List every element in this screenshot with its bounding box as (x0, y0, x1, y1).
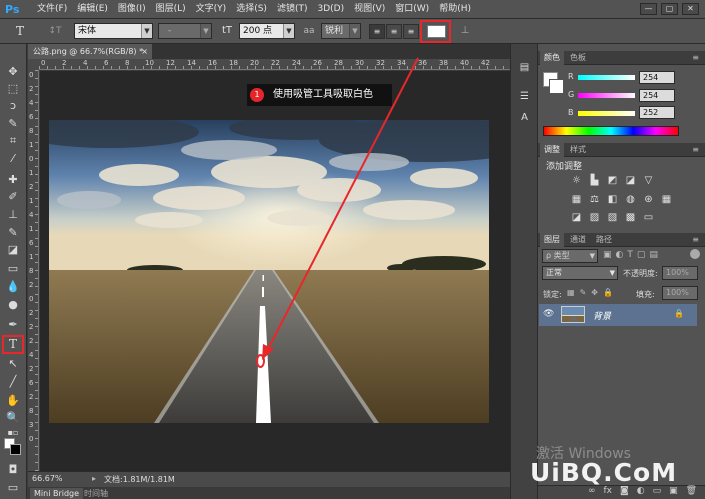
b-slider[interactable] (578, 111, 635, 116)
site-watermark: UiBQ.CoM (530, 458, 678, 487)
document-size: 文档:1.81M/1.81M (104, 475, 175, 484)
layer-filter-value: ρ 类型 (546, 251, 570, 260)
color-spectrum-bar[interactable] (543, 126, 679, 136)
gradient-map-icon[interactable]: ▭ (642, 212, 655, 224)
layer-footer-icons: ∞ fx ◙ ◐ ▭ ▣ 🗑 (588, 486, 697, 496)
history-panel-icon[interactable]: ▤ (517, 61, 532, 75)
lock-icons: ▦ ✎ ✥ 🔒 (567, 288, 613, 297)
tab-color[interactable]: 颜色 (540, 51, 564, 65)
color-lookup-icon[interactable]: ▦ (660, 194, 673, 206)
layer-filter-select[interactable]: ρ 类型 ▼ (542, 249, 598, 263)
add-mask-icon[interactable]: ◙ (620, 486, 629, 496)
annotation-step-badge: 1 (250, 88, 264, 102)
filter-pixel-icon[interactable]: ▣ (603, 250, 612, 260)
r-label: R (568, 72, 574, 81)
adjustment-icons-row-1: ☼ ▙ ◩ ◪ ▽ (570, 175, 655, 187)
adjustment-icons-row-3: ◪ ▨ ▧ ▩ ▭ (570, 212, 655, 224)
link-layers-icon[interactable]: ∞ (588, 486, 596, 496)
color-panel-bg-swatch[interactable] (549, 79, 564, 94)
fill-field[interactable]: 100% (662, 286, 698, 300)
panel-menu-icon[interactable]: ≡ (688, 233, 703, 247)
filter-toggle-icon[interactable] (690, 249, 700, 259)
color-panel-header: 颜色 色板 ≡ (538, 51, 705, 65)
chevron-down-icon: ▼ (609, 269, 615, 277)
filter-shape-icon[interactable]: ▢ (637, 250, 646, 260)
lock-transparent-icon[interactable]: ▦ (567, 288, 575, 297)
lock-position-icon[interactable]: ✥ (591, 288, 598, 297)
g-value-field[interactable]: 254 (639, 89, 675, 102)
status-menu-icon[interactable]: ▸ (92, 474, 96, 483)
selective-color-icon[interactable]: ▩ (624, 212, 637, 224)
lock-all-icon[interactable]: 🔒 (603, 288, 613, 297)
r-value-field[interactable]: 254 (639, 71, 675, 84)
tab-layers[interactable]: 图层 (540, 233, 564, 247)
panel-menu-icon[interactable]: ≡ (688, 143, 703, 157)
tab-mini-bridge[interactable]: Mini Bridge (30, 488, 84, 499)
adjustment-layer-icon[interactable]: ◐ (637, 486, 645, 496)
add-adjustment-title: 添加调整 (546, 162, 583, 172)
chevron-down-icon: ▼ (589, 252, 595, 260)
panel-menu-icon[interactable]: ≡ (688, 51, 703, 65)
curves-icon[interactable]: ◩ (606, 175, 619, 187)
layer-name[interactable]: 背景 (593, 309, 611, 322)
b-value-field[interactable]: 252 (639, 106, 675, 119)
levels-icon[interactable]: ▙ (588, 175, 601, 187)
lock-image-icon[interactable]: ✎ (580, 288, 587, 297)
layer-filter-icons: ▣ ◐ T ▢ ▤ (603, 250, 658, 260)
g-label: G (568, 90, 575, 99)
posterize-icon[interactable]: ▨ (588, 212, 601, 224)
vibrance-icon[interactable]: ▽ (642, 175, 655, 187)
delete-layer-icon[interactable]: 🗑 (686, 486, 697, 496)
group-icon[interactable]: ▭ (653, 486, 662, 496)
tab-adjustments[interactable]: 调整 (540, 143, 564, 157)
layer-visibility-eye-icon[interactable]: 👁 (543, 309, 554, 319)
tab-channels[interactable]: 通道 (566, 233, 590, 247)
layer-style-icon[interactable]: fx (604, 486, 613, 496)
filter-adjust-icon[interactable]: ◐ (616, 250, 624, 260)
filter-type-icon[interactable]: T (627, 250, 633, 260)
threshold-icon[interactable]: ▧ (606, 212, 619, 224)
filter-smart-icon[interactable]: ▤ (649, 250, 658, 260)
annotation-text: 使用吸管工具吸取白色 (273, 89, 373, 100)
layer-lock-icon: 🔒 (674, 309, 684, 318)
exposure-icon[interactable]: ◪ (624, 175, 637, 187)
new-layer-icon[interactable]: ▣ (669, 486, 678, 496)
annotation-target-circle (256, 354, 265, 368)
blend-mode-select[interactable]: 正常 ▼ (542, 266, 618, 280)
photo-filter-icon[interactable]: ◍ (624, 194, 637, 206)
status-bar (28, 471, 510, 487)
adjustments-panel-header: 调整 样式 ≡ (538, 143, 705, 157)
r-slider[interactable] (578, 75, 635, 80)
adjustment-icons-row-2: ▦ ⚖ ◧ ◍ ⊛ ▦ (570, 194, 673, 206)
opacity-label: 不透明度: (623, 269, 658, 278)
tab-swatches[interactable]: 色板 (566, 51, 590, 65)
character-panel-icon[interactable]: A (517, 111, 532, 125)
tab-paths[interactable]: 路径 (592, 233, 616, 247)
tab-styles[interactable]: 样式 (566, 143, 590, 157)
opacity-field[interactable]: 100% (662, 266, 698, 280)
channel-mixer-icon[interactable]: ⊛ (642, 194, 655, 206)
layer-thumbnail-image (562, 307, 584, 322)
brightness-icon[interactable]: ☼ (570, 175, 583, 187)
invert-icon[interactable]: ◪ (570, 212, 583, 224)
layer-thumbnail (561, 306, 585, 323)
hue-saturation-icon[interactable]: ▦ (570, 194, 583, 206)
blend-mode-value: 正常 (546, 268, 562, 277)
color-balance-icon[interactable]: ⚖ (588, 194, 601, 206)
layers-panel-header: 图层 通道 路径 ≡ (538, 233, 705, 247)
black-white-icon[interactable]: ◧ (606, 194, 619, 206)
lock-label: 锁定: (543, 290, 562, 299)
g-slider[interactable] (578, 93, 635, 98)
tab-timeline[interactable]: 时间轴 (80, 488, 112, 499)
fill-label: 填充: (636, 290, 655, 299)
b-label: B (568, 108, 574, 117)
zoom-level[interactable]: 66.67% (32, 474, 63, 483)
properties-panel-icon[interactable]: ☰ (517, 90, 532, 104)
